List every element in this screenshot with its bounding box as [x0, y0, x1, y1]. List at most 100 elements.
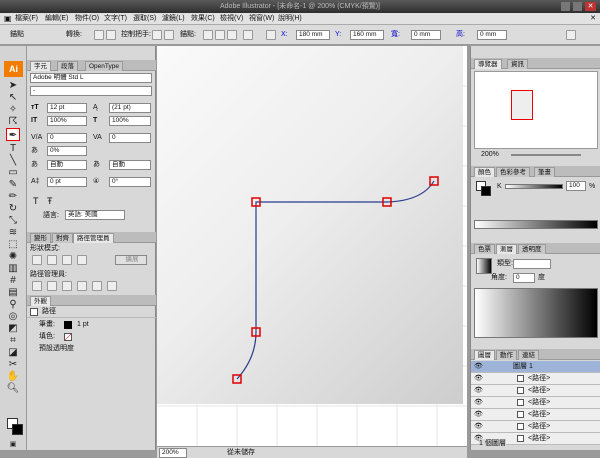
angle-field[interactable]: 0 — [513, 273, 535, 283]
tab-pathfinder[interactable]: 路徑管理員 — [73, 233, 114, 243]
fill-none-swatch[interactable] — [64, 333, 72, 341]
isolate-icon[interactable] — [243, 30, 253, 40]
stroke-swatch[interactable] — [12, 424, 23, 435]
menu-view[interactable]: 檢視(V) — [220, 13, 243, 25]
width-field[interactable]: 0 mm — [411, 30, 441, 40]
maximize-button[interactable] — [573, 2, 582, 11]
pen-tool-icon[interactable]: ✒ — [6, 128, 20, 141]
x-field[interactable]: 180 mm — [296, 30, 330, 40]
menu-window[interactable]: 視窗(W) — [249, 13, 274, 25]
tsume-field[interactable]: 0% — [47, 146, 87, 156]
tab-paragraph[interactable]: 段落 — [57, 61, 78, 71]
eye-icon[interactable]: 👁︎ — [474, 386, 483, 396]
menu-filter[interactable]: 濾鏡(L) — [162, 13, 185, 25]
eye-icon[interactable]: 👁︎ — [474, 422, 483, 432]
k-slider[interactable] — [505, 184, 563, 189]
divide-icon[interactable] — [32, 281, 42, 291]
zoom-field[interactable]: 200% — [159, 448, 187, 458]
strikethrough-icon[interactable]: Ŧ — [47, 196, 53, 206]
panel-menu-icon[interactable] — [566, 30, 576, 40]
tab-stroke[interactable]: 筆畫 — [534, 167, 555, 177]
layer-row[interactable]: 👁︎ 圖層 1 — [471, 361, 600, 373]
color-spectrum[interactable] — [474, 220, 598, 229]
tab-gradient[interactable]: 漸層 — [496, 244, 517, 254]
aki-right-field[interactable]: 自動 — [109, 160, 151, 170]
tab-navigator[interactable]: 導覽器 — [474, 59, 502, 69]
remove-anchor-icon[interactable] — [203, 30, 213, 40]
trim-icon[interactable] — [47, 281, 57, 291]
kerning-field[interactable]: 0 — [47, 133, 87, 143]
sublayer-row[interactable]: 👁︎ <路徑> — [471, 397, 600, 409]
color-stroke-swatch[interactable] — [481, 186, 491, 196]
horizontal-scale-field[interactable]: 100% — [109, 116, 151, 126]
tab-transparency[interactable]: 透明度 — [518, 244, 546, 254]
tab-transform[interactable]: 變形 — [30, 233, 51, 243]
eye-icon[interactable]: 👁︎ — [474, 410, 483, 420]
navigator-preview[interactable] — [474, 71, 598, 149]
minimize-button[interactable] — [561, 2, 570, 11]
merge-icon[interactable] — [62, 281, 72, 291]
menu-object[interactable]: 物件(O) — [75, 13, 99, 25]
menu-help[interactable]: 說明(H) — [278, 13, 302, 25]
language-select[interactable]: 英語: 美國 — [65, 210, 125, 220]
eye-icon[interactable]: 👁︎ — [474, 362, 483, 372]
tab-color-guide[interactable]: 色彩參考 — [496, 167, 530, 177]
menu-type[interactable]: 文字(T) — [104, 13, 127, 25]
menu-file[interactable]: 檔案(F) — [15, 13, 38, 25]
gradient-type-select[interactable] — [513, 259, 551, 269]
doc-close-icon[interactable]: ✕ — [590, 13, 596, 25]
intersect-icon[interactable] — [62, 255, 72, 265]
char-rotation-field[interactable]: 0° — [109, 177, 151, 187]
gradient-slider[interactable] — [474, 288, 598, 338]
app-menu-icon[interactable]: ▣ — [4, 13, 12, 25]
tab-layers[interactable]: 圖層 — [474, 350, 495, 360]
menu-select[interactable]: 選取(S) — [133, 13, 156, 25]
lasso-tool-icon[interactable]: ☈ — [6, 115, 20, 128]
convert-smooth-icon[interactable] — [106, 30, 116, 40]
vertical-scale-field[interactable]: 100% — [47, 116, 87, 126]
tab-character[interactable]: 字元 — [30, 61, 51, 71]
exclude-icon[interactable] — [77, 255, 87, 265]
font-style-field[interactable]: - — [30, 86, 152, 96]
minus-front-icon[interactable] — [47, 255, 57, 265]
tab-actions[interactable]: 動作 — [496, 350, 517, 360]
tab-info[interactable]: 資訊 — [507, 59, 528, 69]
show-handles-icon[interactable] — [152, 30, 162, 40]
sublayer-row[interactable]: 👁︎ <路徑> — [471, 421, 600, 433]
menu-edit[interactable]: 編輯(E) — [45, 13, 68, 25]
unite-icon[interactable] — [32, 255, 42, 265]
sublayer-row[interactable]: 👁︎ <路徑> — [471, 385, 600, 397]
stroke-color-swatch[interactable] — [64, 321, 72, 329]
eye-icon[interactable]: 👁︎ — [474, 398, 483, 408]
tab-swatches[interactable]: 色票 — [474, 244, 495, 254]
height-field[interactable]: 0 mm — [477, 30, 507, 40]
y-field[interactable]: 160 mm — [350, 30, 384, 40]
eye-icon[interactable]: 👁︎ — [474, 374, 483, 384]
tab-links[interactable]: 連結 — [518, 350, 539, 360]
tab-appearance[interactable]: 外觀 — [30, 296, 51, 306]
zoom-slider[interactable] — [511, 154, 581, 156]
tab-opentype[interactable]: OpenType — [85, 61, 123, 71]
zoom-tool-icon[interactable]: 🔍︎ — [6, 382, 20, 395]
cut-path-icon[interactable] — [227, 30, 237, 40]
baseline-field[interactable]: 0 pt — [47, 177, 87, 187]
connect-anchor-icon[interactable] — [215, 30, 225, 40]
convert-corner-icon[interactable] — [94, 30, 104, 40]
align-anchor-icon[interactable] — [266, 30, 276, 40]
font-family-field[interactable]: Adobe 明體 Std L — [30, 73, 152, 83]
tab-color[interactable]: 顏色 — [474, 167, 495, 177]
underline-icon[interactable]: T — [33, 196, 39, 206]
close-button[interactable]: ✕ — [585, 2, 596, 11]
minus-back-icon[interactable] — [107, 281, 117, 291]
font-size-field[interactable]: 12 pt — [47, 103, 87, 113]
leading-field[interactable]: (21 pt) — [109, 103, 151, 113]
tracking-field[interactable]: 0 — [109, 133, 151, 143]
k-value[interactable]: 100 — [566, 181, 586, 191]
outline-icon[interactable] — [92, 281, 102, 291]
expand-button[interactable]: 擴展 — [115, 255, 147, 265]
menu-effect[interactable]: 效果(C) — [191, 13, 215, 25]
hide-handles-icon[interactable] — [164, 30, 174, 40]
aki-left-field[interactable]: 自動 — [47, 160, 87, 170]
tab-align[interactable]: 對齊 — [52, 233, 73, 243]
sublayer-row[interactable]: 👁︎ <路徑> — [471, 373, 600, 385]
